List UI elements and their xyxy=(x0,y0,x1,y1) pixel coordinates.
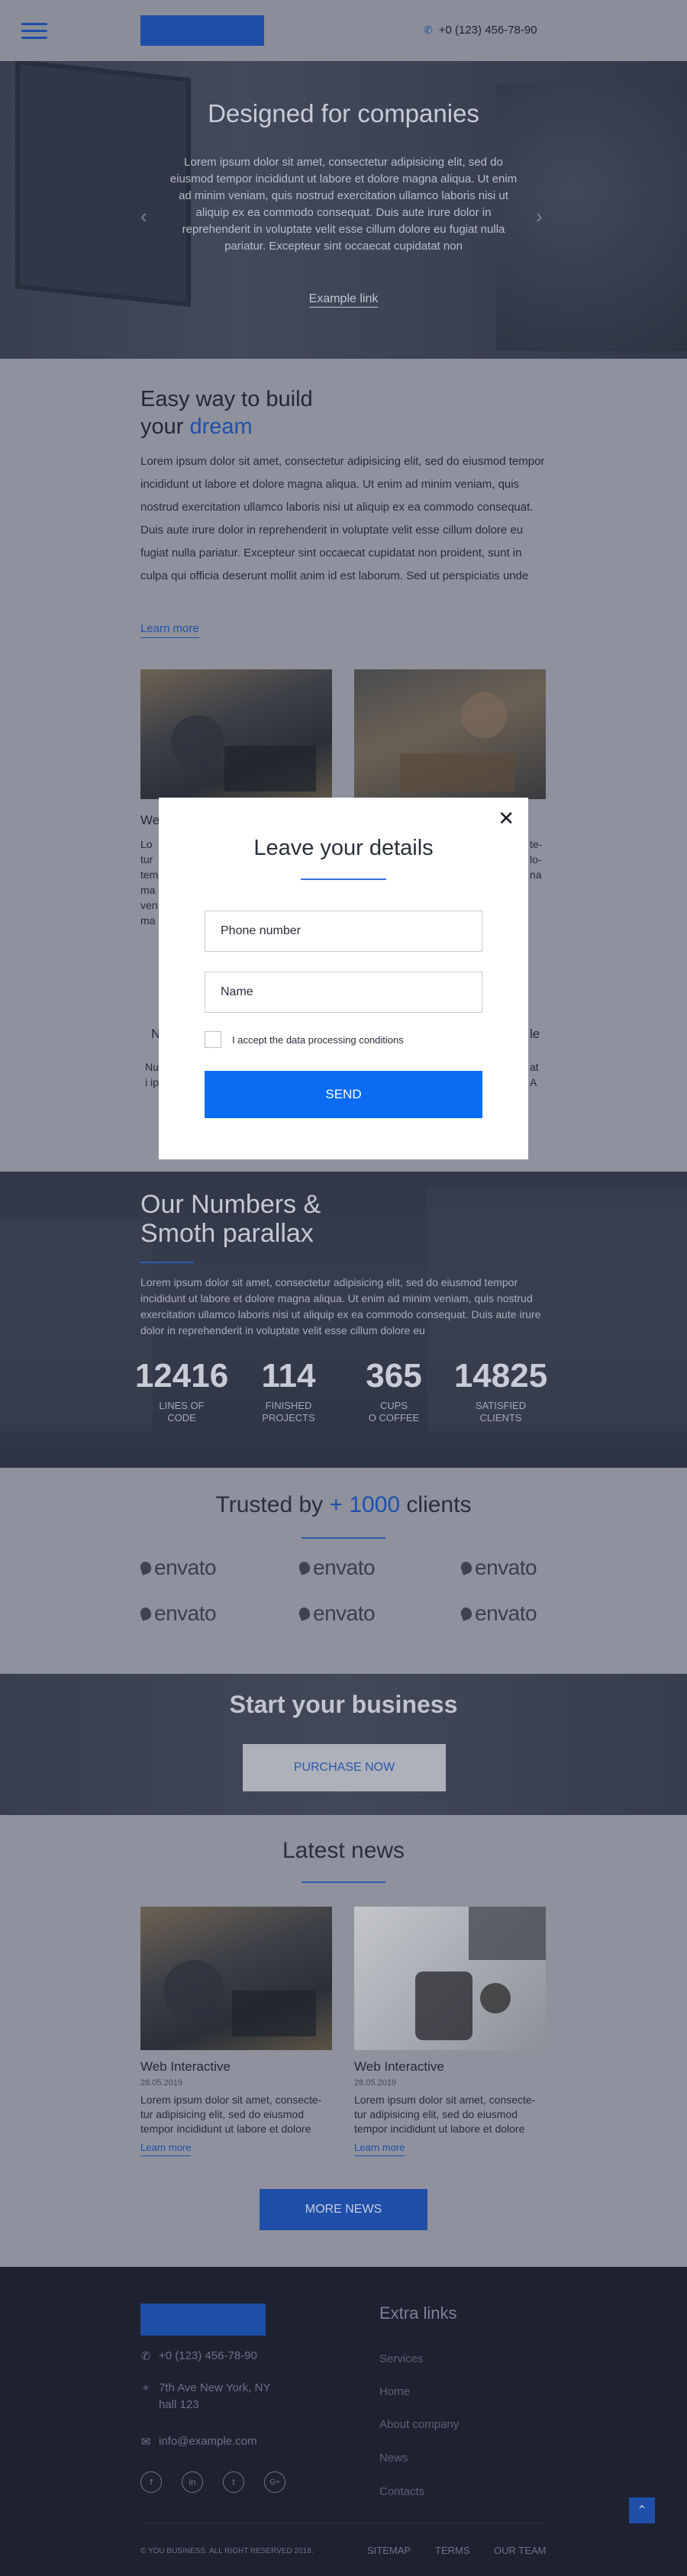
hero-text: Lorem ipsum dolor sit amet, consectetur … xyxy=(169,156,518,253)
footer-logo[interactable] xyxy=(140,2304,266,2336)
business-heading: Start your business xyxy=(229,1691,458,1718)
slider-next-icon[interactable]: › xyxy=(536,205,543,228)
details-modal: ✕ Leave your details I accept the data p… xyxy=(159,798,528,1159)
modal-title: Leave your details xyxy=(253,836,434,860)
client-logo: envato xyxy=(297,1556,376,1580)
scroll-to-top-icon[interactable]: ⌃ xyxy=(629,2497,655,2523)
news-title[interactable]: Web Interactive xyxy=(354,2059,444,2075)
facebook-icon[interactable]: f xyxy=(140,2471,162,2493)
footer-phone[interactable]: ✆ +0 (123) 456-78-90 xyxy=(140,2349,257,2363)
google-plus-icon[interactable]: G+ xyxy=(264,2471,285,2493)
trusted-heading: Trusted by + 1000 clients xyxy=(215,1492,472,1517)
header-phone-text: +0 (123) 456-78-90 xyxy=(438,24,537,37)
news-image[interactable] xyxy=(140,1907,332,2050)
envato-leaf-icon xyxy=(297,1606,312,1621)
site-footer: ✆ +0 (123) 456-78-90 ⌖ 7th Ave New York,… xyxy=(0,2267,687,2576)
header-phone[interactable]: ✆ +0 (123) 456-78-90 xyxy=(424,24,537,37)
footer-link-contacts[interactable]: Contacts xyxy=(379,2485,424,2498)
phone-number-input[interactable] xyxy=(205,911,482,952)
mail-icon: ✉ xyxy=(140,2436,151,2449)
news-title[interactable]: Web Interactive xyxy=(140,2059,231,2075)
envato-leaf-icon xyxy=(138,1606,153,1621)
client-logo: envato xyxy=(459,1601,537,1626)
news-image[interactable] xyxy=(354,1907,546,2050)
site-header: ✆ +0 (123) 456-78-90 xyxy=(0,0,687,61)
numbers-section: Our Numbers & Smoth parallax Lorem ipsum… xyxy=(0,1172,687,1468)
news-learn-more-link[interactable]: Learn more xyxy=(354,2142,405,2156)
send-button[interactable]: SEND xyxy=(205,1071,482,1118)
stat-satisfied-clients: 14825 SATISFIED CLIENTS xyxy=(453,1357,548,1423)
envato-leaf-icon xyxy=(138,1560,153,1575)
envato-leaf-icon xyxy=(297,1560,312,1575)
footer-sitemap-link[interactable]: SITEMAP xyxy=(367,2545,411,2556)
news-date: 28.05.2019 xyxy=(140,2078,183,2088)
news-date: 28.05.2019 xyxy=(354,2078,397,2088)
easy-way-highlight: dream xyxy=(189,414,253,439)
purchase-now-button[interactable]: PURCHASE NOW xyxy=(243,1744,446,1791)
team-photo-right xyxy=(354,669,546,799)
footer-our-team-link[interactable]: OUR TEAM xyxy=(494,2545,546,2556)
client-logo: envato xyxy=(138,1601,217,1626)
footer-link-services[interactable]: Services xyxy=(379,2352,424,2365)
site-logo[interactable] xyxy=(140,15,264,46)
mid-right-heading: le xyxy=(530,1027,540,1041)
copyright: © YOU BUSINESS. ALL RIGHT RESERVED 2018. xyxy=(140,2547,314,2555)
hero-title: Designed for companies xyxy=(208,99,479,127)
phone-icon: ✆ xyxy=(424,24,433,36)
card-left-text: Lo tur tem ma ven ma xyxy=(140,838,159,927)
news-heading: Latest news xyxy=(282,1838,405,1863)
accept-conditions-checkbox[interactable] xyxy=(205,1031,221,1048)
footer-address: ⌖ 7th Ave New York, NY hall 123 xyxy=(140,2380,271,2413)
business-cta-section: Start your business PURCHASE NOW xyxy=(0,1674,687,1815)
twitter-icon[interactable]: t xyxy=(223,2471,244,2493)
phone-icon: ✆ xyxy=(140,2350,151,2363)
location-pin-icon: ⌖ xyxy=(142,2381,150,2394)
hero-slider: Designed for companies Lorem ipsum dolor… xyxy=(0,61,687,359)
news-text: Lorem ipsum dolor sit amet, consecte-tur… xyxy=(354,2094,536,2135)
footer-link-home[interactable]: Home xyxy=(379,2385,410,2398)
linkedin-icon[interactable]: in xyxy=(182,2471,203,2493)
envato-leaf-icon xyxy=(459,1606,474,1621)
numbers-heading: Our Numbers & Smoth parallax xyxy=(140,1190,321,1248)
easy-way-learn-more-link[interactable]: Learn more xyxy=(140,622,199,638)
stat-finished-projects: 114 FINISHED PROJECTS xyxy=(261,1357,316,1423)
envato-leaf-icon xyxy=(459,1560,474,1575)
hero-example-link[interactable]: Example link xyxy=(308,292,379,308)
card-left-title: We xyxy=(140,813,160,827)
extra-links-heading: Extra links xyxy=(379,2304,457,2323)
client-logo: envato xyxy=(297,1601,376,1626)
numbers-text: Lorem ipsum dolor sit amet, consectetur … xyxy=(140,1276,541,1336)
footer-email[interactable]: ✉ info@example.com xyxy=(140,2435,257,2449)
stat-cups-of-coffee: 365 CUPS O COFFEE xyxy=(366,1357,422,1423)
name-input[interactable] xyxy=(205,972,482,1013)
news-text: Lorem ipsum dolor sit amet, consecte-tur… xyxy=(140,2094,322,2135)
hamburger-menu-icon[interactable] xyxy=(21,23,47,40)
footer-terms-link[interactable]: TERMS xyxy=(435,2545,470,2556)
easy-way-text: Lorem ipsum dolor sit amet, consectetur … xyxy=(140,455,545,582)
mid-left-text: Nu i ip xyxy=(145,1061,159,1088)
close-icon[interactable]: ✕ xyxy=(498,808,514,828)
news-learn-more-link[interactable]: Learn more xyxy=(140,2142,192,2156)
card-right-text: te- lo- na xyxy=(530,838,543,881)
slider-prev-icon[interactable]: ‹ xyxy=(140,205,147,228)
footer-link-news[interactable]: News xyxy=(379,2452,408,2465)
team-photo-left xyxy=(140,669,332,799)
mid-right-text: at A xyxy=(530,1061,539,1088)
more-news-button[interactable]: MORE NEWS xyxy=(260,2189,427,2230)
client-logo: envato xyxy=(459,1556,537,1580)
accept-conditions-label: I accept the data processing conditions xyxy=(232,1034,404,1046)
client-logo: envato xyxy=(138,1556,217,1580)
stat-lines-of-code: 12416 LINES OF CODE xyxy=(134,1357,229,1423)
footer-link-about[interactable]: About company xyxy=(379,2418,459,2431)
easy-way-heading: Easy way to build your dream xyxy=(140,387,313,439)
